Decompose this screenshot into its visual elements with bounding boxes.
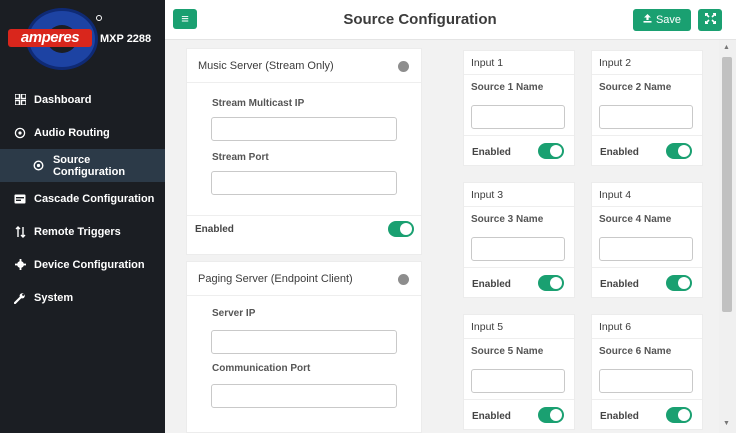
input-card-2: Input 2 Source 2 Name Enabled — [591, 50, 703, 166]
source-name-label: Source 3 Name — [471, 214, 544, 225]
sidebar-item-label: Remote Triggers — [34, 225, 121, 238]
communication-port-label: Communication Port — [212, 363, 311, 374]
divider — [464, 399, 574, 400]
source-name-label: Source 1 Name — [471, 82, 544, 93]
sidebar-item-source-configuration[interactable]: Source Configuration — [0, 149, 165, 182]
sidebar-item-label: Cascade Configuration — [34, 192, 155, 205]
input-title: Input 3 — [464, 183, 574, 207]
divider — [592, 135, 702, 136]
upload-icon — [643, 14, 652, 26]
sidebar-item-dashboard[interactable]: Dashboard — [0, 83, 165, 116]
music-server-header: Music Server (Stream Only) — [187, 49, 421, 83]
divider — [464, 267, 574, 268]
expand-icon — [704, 12, 716, 27]
input-card-5: Input 5 Source 5 Name Enabled — [463, 314, 575, 430]
source-5-name-input[interactable] — [471, 369, 565, 393]
vertical-scrollbar[interactable]: ▲ ▼ — [719, 40, 736, 433]
music-enabled-toggle[interactable] — [388, 221, 414, 237]
input-title: Input 5 — [464, 315, 574, 339]
brand-logo: amperes MXP 2288 — [0, 0, 165, 77]
gear-icon — [13, 258, 27, 272]
source-name-label: Source 5 Name — [471, 346, 544, 357]
sidebar-item-label: Audio Routing — [34, 126, 110, 139]
source-1-name-input[interactable] — [471, 105, 565, 129]
status-indicator-icon — [398, 61, 409, 72]
registered-mark-icon — [96, 15, 102, 21]
paging-server-panel: Paging Server (Endpoint Client) Server I… — [186, 261, 422, 433]
stream-ip-label: Stream Multicast IP — [212, 98, 305, 109]
enabled-label: Enabled — [600, 279, 639, 290]
divider — [592, 267, 702, 268]
card-icon — [13, 192, 27, 206]
sidebar-item-system[interactable]: System — [0, 281, 165, 314]
sidebar-item-cascade-configuration[interactable]: Cascade Configuration — [0, 182, 165, 215]
source-6-name-input[interactable] — [599, 369, 693, 393]
sort-arrows-icon — [13, 225, 27, 239]
source-4-name-input[interactable] — [599, 237, 693, 261]
input-card-4: Input 4 Source 4 Name Enabled — [591, 182, 703, 298]
music-enabled-label: Enabled — [195, 224, 234, 235]
sidebar-item-remote-triggers[interactable]: Remote Triggers — [0, 215, 165, 248]
status-indicator-icon — [398, 274, 409, 285]
sidebar-item-label: Device Configuration — [34, 258, 145, 271]
fullscreen-button[interactable] — [698, 9, 722, 31]
divider — [464, 135, 574, 136]
scroll-up-icon[interactable]: ▲ — [723, 44, 730, 51]
server-ip-input[interactable] — [211, 330, 397, 354]
stream-ip-input[interactable] — [211, 117, 397, 141]
input-card-1: Input 1 Source 1 Name Enabled — [463, 50, 575, 166]
input-4-enabled-toggle[interactable] — [666, 275, 692, 291]
input-5-enabled-toggle[interactable] — [538, 407, 564, 423]
server-ip-label: Server IP — [212, 308, 256, 319]
input-2-enabled-toggle[interactable] — [666, 143, 692, 159]
input-3-enabled-toggle[interactable] — [538, 275, 564, 291]
communication-port-input[interactable] — [211, 384, 397, 408]
source-name-label: Source 2 Name — [599, 82, 672, 93]
enabled-label: Enabled — [600, 147, 639, 158]
divider — [187, 215, 421, 216]
input-title: Input 4 — [592, 183, 702, 207]
scroll-down-icon[interactable]: ▼ — [723, 420, 730, 427]
music-server-panel: Music Server (Stream Only) Stream Multic… — [186, 48, 422, 255]
scrollbar-thumb[interactable] — [722, 57, 732, 312]
target-icon — [32, 159, 46, 173]
sidebar-nav: Dashboard Audio Routing Source Configura… — [0, 83, 165, 314]
stream-port-input[interactable] — [211, 171, 397, 195]
input-title: Input 2 — [592, 51, 702, 75]
sidebar-item-label: System — [34, 291, 74, 304]
sidebar-item-label: Source Configuration — [52, 153, 126, 178]
header-bar: ≡ Source Configuration Save — [165, 0, 736, 40]
input-card-6: Input 6 Source 6 Name Enabled — [591, 314, 703, 430]
paging-server-title: Paging Server (Endpoint Client) — [198, 272, 353, 285]
sidebar-item-device-configuration[interactable]: Device Configuration — [0, 248, 165, 281]
music-server-title: Music Server (Stream Only) — [198, 59, 334, 72]
enabled-label: Enabled — [472, 147, 511, 158]
sidebar: amperes MXP 2288 Dashboard Audio Routing… — [0, 0, 165, 433]
brand-name: amperes — [8, 29, 92, 47]
paging-server-header: Paging Server (Endpoint Client) — [187, 262, 421, 296]
input-title: Input 6 — [592, 315, 702, 339]
page-title: Source Configuration — [343, 11, 497, 28]
save-button[interactable]: Save — [633, 9, 691, 31]
source-3-name-input[interactable] — [471, 237, 565, 261]
stream-port-label: Stream Port — [212, 152, 269, 163]
sidebar-item-label: Dashboard — [34, 93, 92, 106]
device-model: MXP 2288 — [100, 33, 152, 45]
enabled-label: Enabled — [472, 279, 511, 290]
wrench-icon — [13, 291, 27, 305]
input-card-3: Input 3 Source 3 Name Enabled — [463, 182, 575, 298]
enabled-label: Enabled — [472, 411, 511, 422]
input-1-enabled-toggle[interactable] — [538, 143, 564, 159]
source-name-label: Source 4 Name — [599, 214, 672, 225]
input-6-enabled-toggle[interactable] — [666, 407, 692, 423]
source-2-name-input[interactable] — [599, 105, 693, 129]
source-name-label: Source 6 Name — [599, 346, 672, 357]
routing-icon — [13, 126, 27, 140]
enabled-label: Enabled — [600, 411, 639, 422]
grid-icon — [13, 93, 27, 107]
input-title: Input 1 — [464, 51, 574, 75]
save-button-label: Save — [655, 14, 682, 26]
divider — [592, 399, 702, 400]
sidebar-item-audio-routing[interactable]: Audio Routing — [0, 116, 165, 149]
